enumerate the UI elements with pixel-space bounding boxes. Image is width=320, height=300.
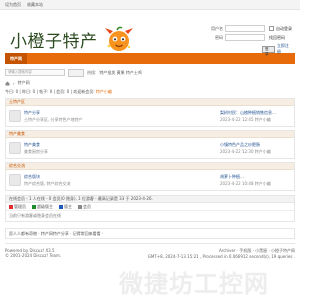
search-row: 请输入搜索内容 热搜: 特产批发 黄果 特产土鸡 (5, 68, 295, 77)
last-post-meta: 2023-4-22 12:45 特产小编 (220, 117, 271, 122)
forum-name[interactable]: 特产美食 (24, 142, 144, 148)
new-member-link[interactable]: 特产小编 (96, 89, 112, 94)
admin-color-icon (9, 204, 13, 209)
legend-member: 会员 (78, 204, 91, 210)
forum-name[interactable]: 特产分享 (24, 110, 144, 116)
online-stats-header[interactable]: 在线会员 - 1 人在线 - 0 会员(0 隐身), 1 位游客 - 最高记录是… (6, 196, 294, 203)
search-input[interactable]: 请输入搜索内容 (5, 69, 65, 76)
forum-row: 综合版块 特产综合版, 特产综合交流 胡萝卜种植… 2023-4-22 10:4… (6, 170, 294, 190)
hot-search-items[interactable]: 特产批发 黄果 特产土鸡 (99, 70, 142, 76)
login-button[interactable]: 登录 (262, 45, 275, 56)
footer-gmt: GMT+8, 2024-7-13 15:21 , Processed in 0.… (147, 254, 295, 259)
top-bar: 设为首页 收藏本站 (0, 0, 300, 10)
last-post-title[interactable]: 小镇特色产品之炒肥肠 (220, 142, 300, 148)
mod-color-icon (59, 204, 63, 209)
member-color-icon (78, 204, 82, 209)
password-input[interactable] (225, 34, 265, 41)
shortcut-bar: 愿人人都有奇物 · 特产网特产分享 · 记得常回来看看 · (5, 228, 295, 239)
category-header[interactable]: 综合交流 (6, 163, 294, 170)
nav-item-home[interactable]: 特产网 (5, 53, 27, 64)
register-link[interactable]: 立即注册 (277, 43, 292, 55)
header: 小橙子特产 用户名 自动登录 密码 找回密码 登录 立即注册 (0, 10, 300, 56)
last-post-meta: 2023-4-22 10:48 特产小编 (220, 181, 271, 186)
copyright: © 2001-2024 Discuz! Team. (5, 253, 62, 258)
hot-search-label: 热搜: (87, 69, 97, 75)
breadcrumb: › 特产网 (5, 80, 295, 86)
login-box: 用户名 自动登录 密码 找回密码 登录 立即注册 (210, 25, 292, 57)
legend-admin: 管理员 (9, 204, 26, 210)
search-button[interactable] (68, 68, 84, 77)
forum-icon[interactable] (9, 110, 21, 122)
orange-mascot-icon (105, 26, 133, 51)
online-stats: 在线会员 - 1 人在线 - 0 会员(0 隐身), 1 位游客 - 最高记录是… (5, 195, 295, 222)
online-users-note: 当前只有游客或隐身会员在线 (6, 210, 294, 221)
forum-name[interactable]: 综合版块 (24, 174, 144, 180)
forum-desc: 特产综合版, 特产综合交流 (24, 180, 71, 186)
forum-icon[interactable] (9, 174, 21, 186)
last-post-title[interactable]: 梨树村民：山楂种植销售信息… (220, 110, 300, 116)
footer: Powered by Discuz! X3.5 © 2001-2024 Disc… (5, 243, 295, 262)
breadcrumb-home[interactable]: 特产网 (18, 80, 30, 86)
last-post-meta: 2023-4-22 12:30 特产小编 (220, 149, 271, 154)
stats-prefix: 今日: 0 | 昨日: 0 | 帖子: 0 | 会员: 0 | 欢迎新会员: (5, 89, 95, 94)
forum-row: 特产美食 美食厨房分享 小镇特色产品之炒肥肠 2023-4-22 12:30 特… (6, 138, 294, 158)
category-block: 综合交流 综合版块 特产综合版, 特产综合交流 胡萝卜种植… 2023-4-22… (5, 162, 295, 191)
bookmark-link[interactable]: 收藏本站 (27, 2, 43, 8)
category-block: 土特产区 特产分享 土特产分享区, 分享特色产地特产 梨树村民：山楂种植销售信息… (5, 98, 295, 127)
watermark: 微捷坊工控网 (119, 270, 269, 298)
password-label: 密码 (215, 34, 223, 40)
super-mod-color-icon (32, 204, 36, 209)
site-stats-line: 今日: 0 | 昨日: 0 | 帖子: 0 | 会员: 0 | 欢迎新会员: 特… (5, 89, 295, 95)
category-block: 特产美食 特产美食 美食厨房分享 小镇特色产品之炒肥肠 2023-4-22 12… (5, 130, 295, 159)
set-home-link[interactable]: 设为首页 (5, 2, 21, 8)
forum-row: 特产分享 土特产分享区, 分享特色产地特产 梨树村民：山楂种植销售信息… 202… (6, 106, 294, 126)
legend-mod: 版主 (59, 204, 72, 210)
last-post-title[interactable]: 胡萝卜种植… (220, 174, 300, 180)
forum-desc: 美食厨房分享 (24, 148, 48, 154)
category-header[interactable]: 土特产区 (6, 99, 294, 106)
user-group-legend: 管理员 超级版主 版主 会员 (6, 203, 294, 210)
home-icon[interactable] (5, 81, 10, 86)
remember-label[interactable]: 自动登录 (276, 26, 292, 32)
forum-desc: 土特产分享区, 分享特色产地特产 (24, 116, 83, 122)
forum-icon[interactable] (9, 142, 21, 154)
remember-checkbox[interactable] (269, 26, 274, 31)
username-input[interactable] (225, 25, 265, 32)
legend-super-mod: 超级版主 (32, 204, 53, 210)
forgot-password-link[interactable]: 找回密码 (269, 35, 285, 41)
category-header[interactable]: 特产美食 (6, 131, 294, 138)
username-label: 用户名 (211, 25, 223, 31)
site-logo-title[interactable]: 小橙子特产 (10, 27, 98, 52)
